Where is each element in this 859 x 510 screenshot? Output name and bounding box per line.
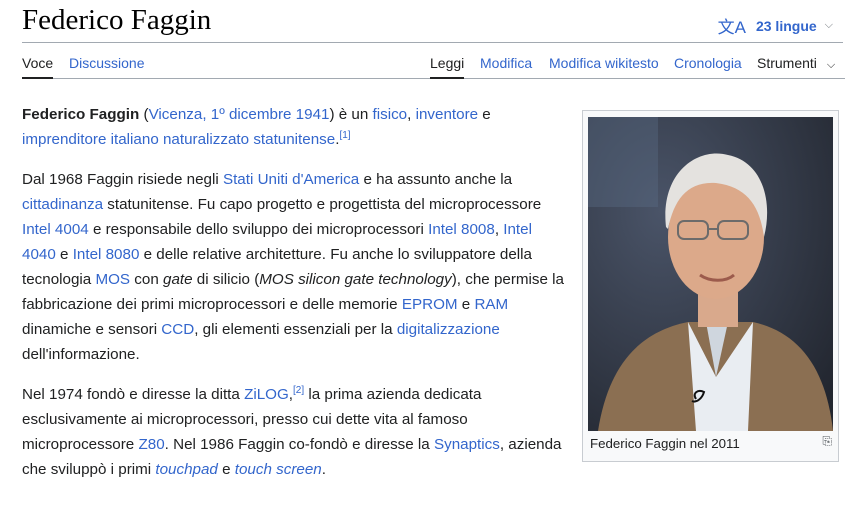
- link-usa[interactable]: Stati Uniti d'America: [223, 171, 359, 188]
- paragraph-career: Dal 1968 Faggin risiede negli Stati Unit…: [22, 167, 567, 367]
- text: dinamiche e sensori: [22, 321, 162, 338]
- link-zilog[interactable]: ZiLOG: [244, 386, 289, 403]
- language-selector[interactable]: 文A 23 lingue ⌵: [718, 13, 833, 38]
- text: e: [457, 296, 475, 313]
- text: dell'informazione.: [22, 346, 140, 363]
- chevron-down-icon: ⌵: [826, 59, 836, 71]
- text: ) è un: [329, 106, 373, 123]
- link-intel-8080[interactable]: Intel 8080: [73, 246, 140, 263]
- chevron-down-icon: ⌵: [824, 19, 833, 31]
- text: di silicio (: [192, 271, 260, 288]
- text: ,: [407, 106, 416, 123]
- text: con: [130, 271, 164, 288]
- text: Dal 1968 Faggin risiede negli: [22, 171, 223, 188]
- title-divider: [22, 42, 843, 43]
- link-intel-4004[interactable]: Intel 4004: [22, 221, 89, 238]
- link-digitalizzazione[interactable]: digitalizzazione: [397, 321, 500, 338]
- link-mos[interactable]: MOS: [95, 271, 130, 288]
- text: statunitense. Fu capo progetto e progett…: [103, 196, 542, 213]
- link-birth[interactable]: Vicenza, 1º dicembre 1941: [149, 106, 330, 123]
- tab-leggi[interactable]: Leggi: [430, 44, 465, 79]
- page-tabs: Voce Discussione Leggi Modifica Modifica…: [22, 44, 845, 79]
- italic-term: MOS silicon gate technology: [259, 271, 452, 288]
- italic-term: gate: [163, 271, 193, 288]
- link-fisico[interactable]: fisico: [373, 106, 408, 123]
- tab-cronologia[interactable]: Cronologia: [674, 44, 742, 77]
- translate-icon: 文A: [717, 18, 746, 37]
- text: ,: [494, 221, 504, 238]
- reference-1[interactable]: [1]: [339, 130, 350, 141]
- tab-modifica-wikitesto[interactable]: Modifica wikitesto: [549, 44, 659, 77]
- text: e: [217, 461, 235, 478]
- reference-2[interactable]: [2]: [293, 385, 304, 396]
- link-ram[interactable]: RAM: [474, 296, 508, 313]
- text: , gli elementi essenziali per la: [194, 321, 397, 338]
- language-count: 23 lingue: [755, 17, 817, 34]
- infobox-caption: Federico Faggin nel 2011: [590, 436, 740, 451]
- link-synaptics[interactable]: Synaptics: [434, 436, 500, 453]
- link-cittadinanza[interactable]: cittadinanza: [22, 196, 103, 213]
- link-intel-8008[interactable]: Intel 8008: [428, 221, 495, 238]
- text: . Nel 1986 Faggin co-fondò e diresse la: [164, 436, 434, 453]
- tab-modifica[interactable]: Modifica: [480, 44, 532, 77]
- portrait-photo[interactable]: [588, 117, 833, 431]
- link-imprenditore[interactable]: imprenditore italiano naturalizzato stat…: [22, 131, 335, 148]
- text: e responsabile dello sviluppo dei microp…: [88, 221, 429, 238]
- link-ccd[interactable]: CCD: [161, 321, 194, 338]
- link-z80[interactable]: Z80: [138, 436, 164, 453]
- paragraph-companies: Nel 1974 fondò e diresse la ditta ZiLOG,…: [22, 382, 567, 482]
- tools-label: Strumenti: [757, 55, 817, 71]
- link-eprom[interactable]: EPROM: [402, 296, 458, 313]
- enlarge-icon[interactable]: ⎘: [822, 434, 832, 449]
- article-body: Federico Faggin (Vicenza, 1º dicembre 19…: [22, 102, 567, 497]
- tools-menu[interactable]: Strumenti ⌵: [757, 44, 835, 77]
- link-touchpad[interactable]: touchpad: [155, 461, 218, 478]
- link-inventore[interactable]: inventore: [416, 106, 478, 123]
- page-title: Federico Faggin: [22, 4, 212, 36]
- text: (: [139, 106, 149, 123]
- portrait-illustration: [588, 117, 833, 431]
- text: e: [55, 246, 73, 263]
- text: e: [478, 106, 491, 123]
- subject-name: Federico Faggin: [22, 106, 140, 123]
- text: .: [321, 461, 326, 478]
- text: Nel 1974 fondò e diresse la ditta: [22, 386, 245, 403]
- text: e ha assunto anche la: [359, 171, 513, 188]
- tab-discussione[interactable]: Discussione: [69, 44, 144, 77]
- paragraph-intro: Federico Faggin (Vicenza, 1º dicembre 19…: [22, 102, 567, 152]
- link-touch-screen[interactable]: touch screen: [235, 461, 322, 478]
- infobox: Federico Faggin nel 2011 ⎘: [582, 110, 839, 462]
- tab-voce[interactable]: Voce: [22, 44, 54, 79]
